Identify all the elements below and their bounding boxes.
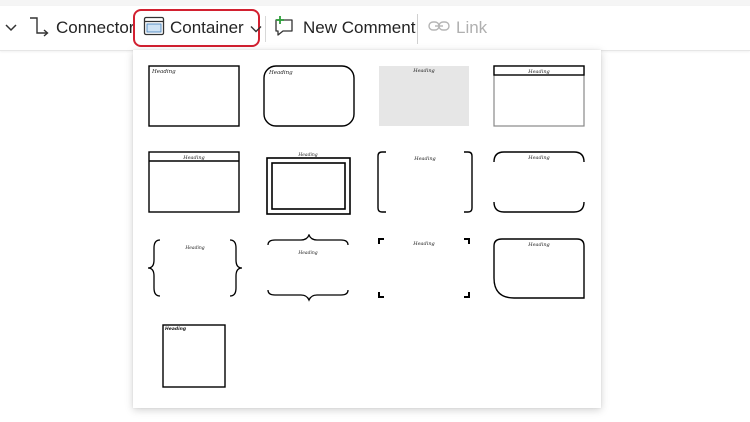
container-style-header-bar[interactable]: Heading <box>140 148 250 228</box>
svg-text:Heading: Heading <box>527 155 550 161</box>
container-icon <box>143 16 165 41</box>
container-style-curly-braces-sides[interactable]: Heading <box>140 234 250 314</box>
container-style-curly-braces-top-bottom[interactable]: Heading <box>255 234 365 314</box>
container-label: Container <box>170 18 244 37</box>
container-style-double-frame[interactable]: Heading <box>255 148 365 228</box>
svg-text:Heading: Heading <box>182 155 205 161</box>
svg-text:Heading: Heading <box>184 245 204 251</box>
svg-text:Heading: Heading <box>268 70 293 76</box>
container-style-side-brackets[interactable]: Heading <box>370 148 480 228</box>
svg-text:Heading: Heading <box>412 68 435 74</box>
container-style-small-square[interactable]: Heading <box>140 320 250 400</box>
container-style-rounded-rectangle[interactable]: Heading <box>255 62 365 142</box>
toolbar-divider <box>265 16 266 42</box>
ribbon-toolbar: Connector Container New Comment Link <box>0 6 750 51</box>
svg-text:Heading: Heading <box>527 242 550 248</box>
container-style-corner-marks[interactable]: Heading <box>370 234 480 314</box>
app-window: Connector Container New Comment Link Hea… <box>0 0 750 422</box>
container-style-rounded-bottom-right[interactable]: Heading <box>485 234 595 314</box>
link-button[interactable]: Link <box>428 6 487 50</box>
new-comment-icon <box>273 15 297 42</box>
new-comment-label: New Comment <box>303 18 416 37</box>
container-style-header-bar-gray[interactable]: Heading <box>485 62 595 142</box>
connector-label: Connector <box>56 18 135 37</box>
connector-icon <box>28 15 50 42</box>
collapse-chevron-button[interactable] <box>2 6 20 50</box>
chevron-down-icon <box>4 18 18 38</box>
svg-text:Heading: Heading <box>412 241 435 247</box>
svg-text:Heading: Heading <box>297 250 317 256</box>
container-style-filled-gray[interactable]: Heading <box>370 62 480 142</box>
container-style-rounded-lines[interactable]: Heading <box>485 148 595 228</box>
container-gallery: Heading Heading Heading Heading Heading … <box>133 50 601 408</box>
link-icon <box>428 18 450 38</box>
new-comment-button[interactable]: New Comment <box>273 6 415 50</box>
container-style-plain-rectangle[interactable]: Heading <box>140 62 250 142</box>
toolbar-divider <box>417 14 418 44</box>
svg-text:Heading: Heading <box>165 326 187 332</box>
svg-text:Heading: Heading <box>151 69 176 75</box>
svg-text:Heading: Heading <box>527 69 550 75</box>
container-button[interactable]: Container <box>133 9 262 47</box>
connector-button[interactable]: Connector <box>28 6 134 50</box>
chevron-down-icon <box>250 18 262 38</box>
svg-text:Heading: Heading <box>297 152 317 158</box>
svg-text:Heading: Heading <box>413 156 436 162</box>
link-label: Link <box>456 18 488 37</box>
